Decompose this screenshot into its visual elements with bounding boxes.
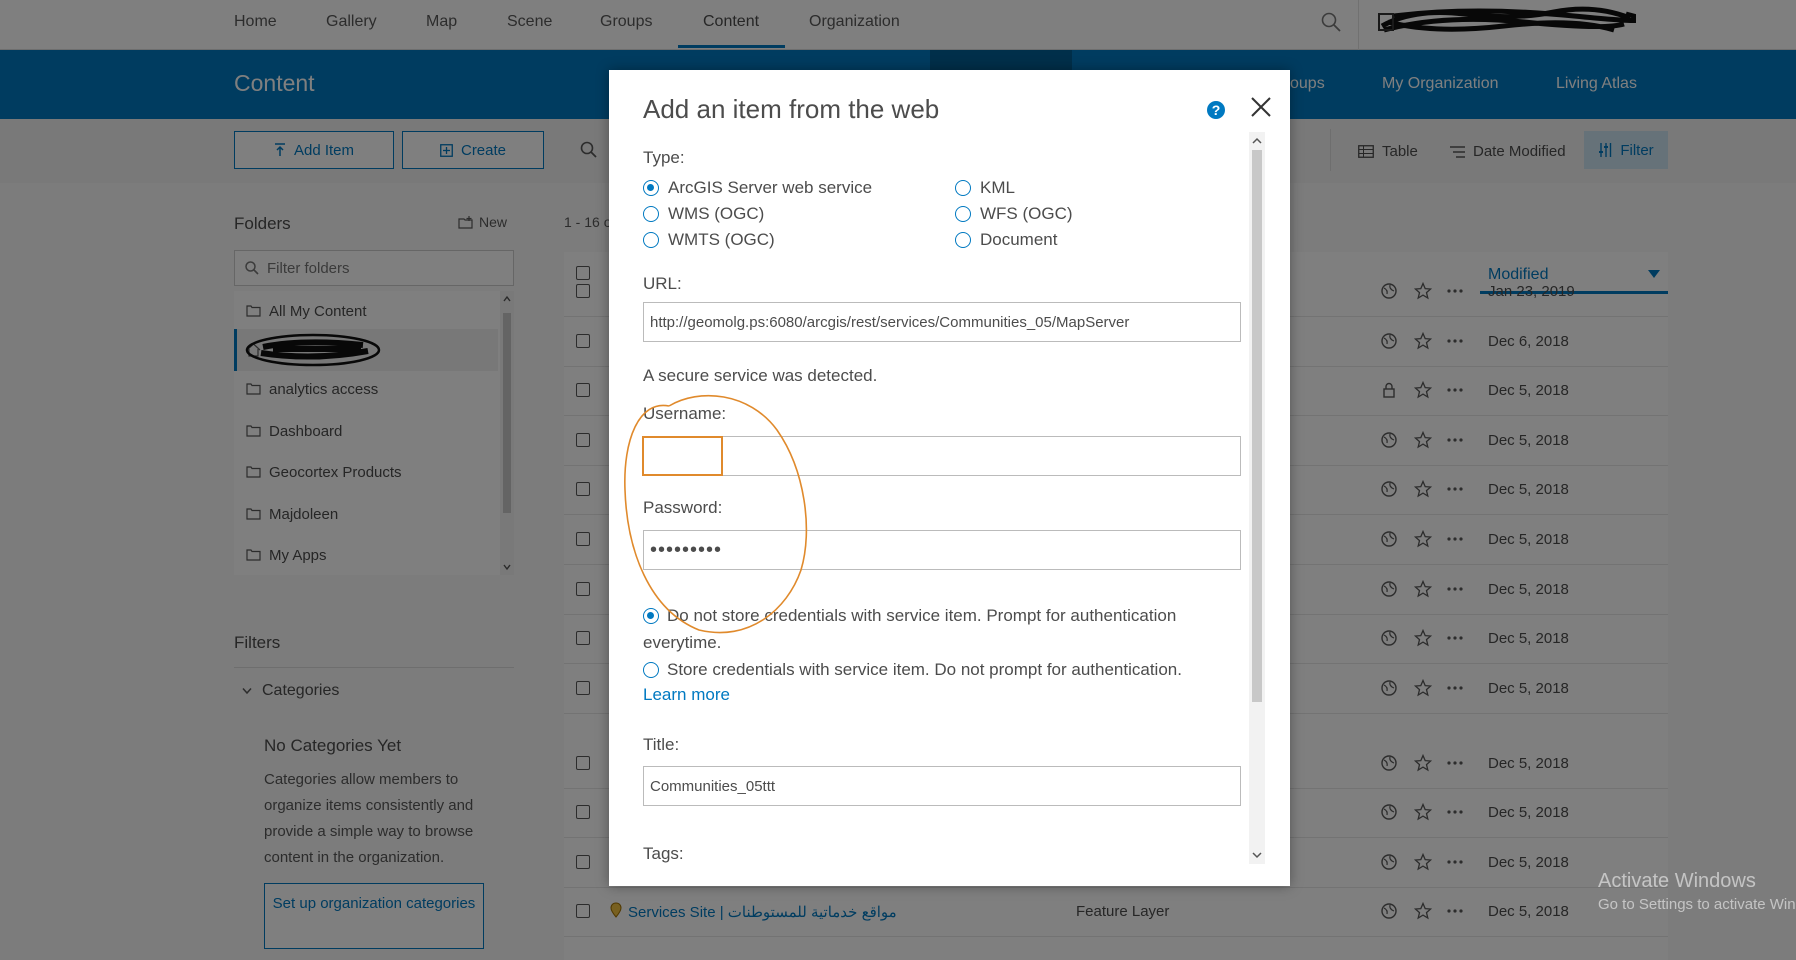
radio-unselected[interactable] (643, 206, 659, 222)
type-option-wmts[interactable]: WMTS (OGC) (643, 230, 775, 250)
learn-more-link[interactable]: Learn more (643, 685, 730, 705)
password-label: Password: (643, 498, 723, 517)
url-input[interactable] (643, 302, 1241, 342)
dialog-scrollbar[interactable] (1249, 132, 1265, 864)
title-label: Title: (643, 735, 680, 754)
close-icon[interactable] (1248, 94, 1274, 120)
help-icon[interactable]: ? (1206, 100, 1226, 120)
type-option-label: WMTS (OGC) (668, 230, 775, 249)
radio-unselected[interactable] (955, 232, 971, 248)
dialog-scroll-thumb[interactable] (1252, 150, 1262, 702)
type-option-label: KML (980, 178, 1015, 197)
add-item-dialog: Add an item from the web ? Type: ArcGIS … (609, 70, 1290, 886)
url-label: URL: (643, 274, 682, 293)
radio-selected[interactable] (643, 180, 659, 196)
type-option-wms[interactable]: WMS (OGC) (643, 204, 764, 224)
type-option-label: ArcGIS Server web service (668, 178, 873, 197)
type-option-label: WMS (OGC) (668, 204, 765, 223)
type-option-label: Document (980, 230, 1058, 249)
secure-service-notice: A secure service was detected. (643, 366, 878, 385)
radio-unselected[interactable] (643, 232, 659, 248)
title-input[interactable] (643, 766, 1241, 806)
cred-option-label: Store credentials with service item. Do … (667, 660, 1182, 679)
radio-unselected[interactable] (955, 206, 971, 222)
tags-label: Tags: (643, 844, 684, 863)
dialog-title: Add an item from the web (643, 94, 940, 124)
type-option-arcgis-server[interactable]: ArcGIS Server web service (643, 178, 872, 198)
type-option-label: WFS (OGC) (980, 204, 1073, 223)
radio-unselected[interactable] (955, 180, 971, 196)
cred-option-label: Do not store credentials with service it… (643, 606, 1177, 652)
radio-selected[interactable] (643, 608, 659, 624)
type-option-wfs[interactable]: WFS (OGC) (955, 204, 1073, 224)
cred-option-store[interactable]: Store credentials with service item. Do … (643, 656, 1243, 683)
type-option-document[interactable]: Document (955, 230, 1057, 250)
username-label: Username: (643, 404, 727, 423)
type-option-kml[interactable]: KML (955, 178, 1015, 198)
type-label: Type: (643, 148, 685, 167)
chevron-down-icon[interactable] (1252, 850, 1262, 860)
radio-unselected[interactable] (643, 662, 659, 678)
svg-text:?: ? (1212, 102, 1221, 118)
username-focus-highlight (642, 436, 723, 476)
cred-option-no-store[interactable]: Do not store credentials with service it… (643, 602, 1243, 656)
username-input[interactable] (643, 436, 1241, 476)
chevron-up-icon[interactable] (1252, 136, 1262, 146)
password-input[interactable] (643, 530, 1241, 570)
windows-activation-subtitle: Go to Settings to activate Win (1598, 896, 1796, 913)
windows-activation-title: Activate Windows (1598, 870, 1756, 892)
